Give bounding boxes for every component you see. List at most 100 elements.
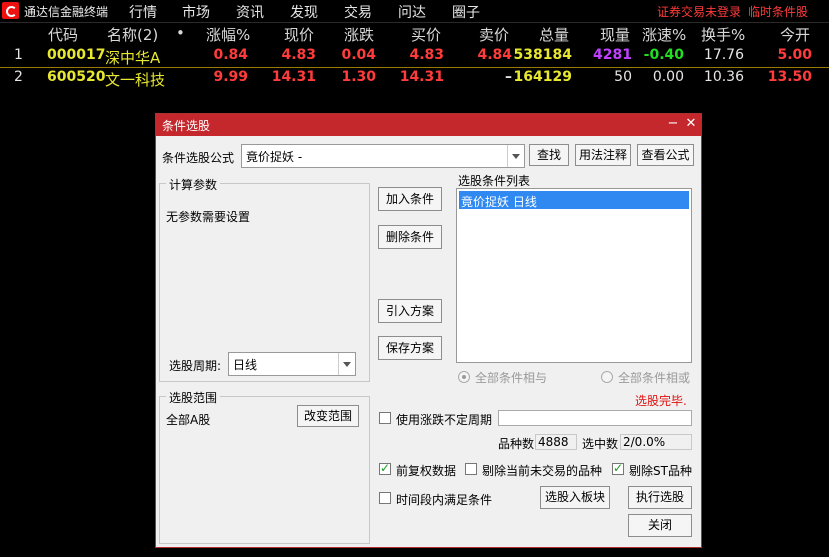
table-row[interactable]: 1 000017 深中华A 0.84 4.83 0.04 4.83 4.84 5… bbox=[0, 45, 829, 68]
row-name: 文一科技 bbox=[105, 71, 166, 89]
use-period-label: 使用涨跌不定周期 bbox=[396, 413, 493, 427]
row-code: 600520 bbox=[47, 69, 106, 85]
range-value: 全部A股 bbox=[166, 413, 211, 427]
use-period-checkbox[interactable] bbox=[379, 412, 391, 424]
col-change[interactable]: 涨跌 bbox=[344, 24, 374, 45]
find-button[interactable]: 查找 bbox=[529, 144, 569, 166]
row-index: 1 bbox=[14, 47, 23, 63]
app-title: 通达信金融终端 bbox=[24, 5, 109, 19]
calc-params-group: 计算参数 无参数需要设置 选股周期: 日线 bbox=[159, 176, 370, 382]
time-range-label: 时间段内满足条件 bbox=[396, 493, 493, 507]
radio-and-label: 全部条件相与 bbox=[475, 371, 548, 385]
radio-and[interactable] bbox=[458, 371, 470, 383]
row-price: 4.83 bbox=[281, 47, 316, 63]
condition-status[interactable]: 临时条件股 bbox=[748, 3, 808, 20]
row-price: 14.31 bbox=[271, 69, 316, 85]
menu-faxian[interactable]: 发现 bbox=[290, 2, 318, 22]
add-condition-button[interactable]: 加入条件 bbox=[378, 187, 442, 211]
no-params-text: 无参数需要设置 bbox=[166, 210, 251, 224]
add-to-block-button[interactable]: 选股入板块 bbox=[540, 486, 610, 509]
menu-wenda[interactable]: 问达 bbox=[398, 2, 426, 22]
exclude-untraded-checkbox[interactable] bbox=[465, 463, 477, 475]
col-volume[interactable]: 总量 bbox=[539, 24, 569, 45]
col-name[interactable]: 名称(2) bbox=[107, 24, 158, 45]
col-change-pct[interactable]: 涨幅% bbox=[206, 24, 250, 45]
quote-table-header: 代码 名称(2) • 涨幅% 现价 涨跌 买价 卖价 总量 现量 涨速% 换手%… bbox=[0, 23, 829, 45]
row-ask: – bbox=[505, 69, 512, 85]
row-change-pct: 9.99 bbox=[213, 69, 248, 85]
table-row[interactable]: 2 600520 文一科技 9.99 14.31 1.30 14.31 – 16… bbox=[0, 67, 829, 89]
formula-value: 竟价捉妖 - bbox=[246, 150, 303, 164]
period-input[interactable] bbox=[498, 410, 692, 426]
row-volume: 164129 bbox=[513, 69, 572, 85]
import-scheme-button[interactable]: 引入方案 bbox=[378, 299, 442, 323]
radio-or[interactable] bbox=[601, 371, 613, 383]
chevron-down-icon[interactable] bbox=[338, 353, 355, 375]
count-field: 4888 bbox=[535, 434, 577, 450]
row-ask: 4.84 bbox=[477, 47, 512, 63]
period-select[interactable]: 日线 bbox=[228, 352, 356, 376]
condition-list-label: 选股条件列表 bbox=[458, 174, 531, 188]
col-price[interactable]: 现价 bbox=[284, 24, 314, 45]
prefq-label: 前复权数据 bbox=[396, 464, 457, 478]
row-name: 深中华A bbox=[105, 49, 161, 67]
dialog-titlebar[interactable]: 条件选股 − ✕ bbox=[156, 114, 701, 136]
range-group: 选股范围 全部A股 改变范围 bbox=[159, 389, 370, 544]
condition-select-dialog: 条件选股 − ✕ 条件选股公式 竟价捉妖 - 查找 用法注释 查看公式 计算参数… bbox=[155, 113, 702, 548]
usage-note-button[interactable]: 用法注释 bbox=[575, 144, 631, 166]
close-icon[interactable]: ✕ bbox=[682, 115, 700, 133]
minimize-icon[interactable]: − bbox=[664, 115, 682, 133]
view-formula-button[interactable]: 查看公式 bbox=[637, 144, 694, 166]
menu-zixun[interactable]: 资讯 bbox=[236, 2, 264, 22]
formula-select[interactable]: 竟价捉妖 - bbox=[241, 144, 525, 168]
menu-jiaoyi[interactable]: 交易 bbox=[344, 2, 372, 22]
done-status: 选股完毕. bbox=[635, 394, 687, 408]
row-change: 1.30 bbox=[341, 69, 376, 85]
selected-label: 选中数 bbox=[582, 437, 619, 451]
col-speed[interactable]: 涨速% bbox=[642, 24, 686, 45]
radio-or-label: 全部条件相或 bbox=[618, 371, 691, 385]
row-bid: 14.31 bbox=[399, 69, 444, 85]
col-bid[interactable]: 买价 bbox=[411, 24, 441, 45]
row-speed: -0.40 bbox=[643, 47, 684, 63]
exclude-st-label: 剔除ST品种 bbox=[629, 464, 692, 478]
row-open: 5.00 bbox=[777, 47, 812, 63]
formula-label: 条件选股公式 bbox=[162, 151, 235, 165]
condition-list[interactable]: 竟价捉妖 日线 bbox=[456, 188, 692, 363]
login-status[interactable]: 证券交易未登录 bbox=[657, 3, 741, 20]
col-ask[interactable]: 卖价 bbox=[479, 24, 509, 45]
count-value: 4888 bbox=[538, 435, 569, 449]
row-turnover: 17.76 bbox=[703, 47, 744, 63]
period-value: 日线 bbox=[233, 358, 258, 372]
row-index: 2 bbox=[14, 69, 23, 85]
col-cur-vol[interactable]: 现量 bbox=[600, 24, 630, 45]
row-change: 0.04 bbox=[341, 47, 376, 63]
col-turnover[interactable]: 换手% bbox=[701, 24, 745, 45]
menu-quanzi[interactable]: 圈子 bbox=[452, 2, 480, 22]
row-bid: 4.83 bbox=[409, 47, 444, 63]
close-button[interactable]: 关闭 bbox=[628, 514, 692, 537]
col-open[interactable]: 今开 bbox=[780, 24, 810, 45]
row-code: 000017 bbox=[47, 47, 106, 63]
run-select-button[interactable]: 执行选股 bbox=[628, 486, 692, 509]
count-label: 品种数 bbox=[498, 437, 535, 451]
delete-condition-button[interactable]: 删除条件 bbox=[378, 225, 442, 249]
row-turnover: 10.36 bbox=[703, 69, 744, 85]
exclude-st-checkbox[interactable] bbox=[612, 461, 624, 475]
col-code[interactable]: 代码 bbox=[48, 24, 78, 45]
row-change-pct: 0.84 bbox=[213, 47, 248, 63]
dialog-title: 条件选股 bbox=[162, 119, 211, 133]
prefq-checkbox[interactable] bbox=[379, 461, 391, 475]
period-label: 选股周期: bbox=[169, 359, 222, 373]
row-open: 13.50 bbox=[767, 69, 812, 85]
list-item[interactable]: 竟价捉妖 日线 bbox=[459, 191, 689, 209]
change-range-button[interactable]: 改变范围 bbox=[297, 405, 359, 427]
menu-hangqing[interactable]: 行情 bbox=[129, 2, 157, 22]
save-scheme-button[interactable]: 保存方案 bbox=[378, 336, 442, 360]
menu-shichang[interactable]: 市场 bbox=[182, 2, 210, 22]
time-range-checkbox[interactable] bbox=[379, 492, 391, 504]
range-title: 选股范围 bbox=[166, 389, 221, 406]
menu-bar: 通达信金融终端 行情 市场 资讯 发现 交易 问达 圈子 证券交易未登录 临时条… bbox=[0, 0, 829, 23]
chevron-down-icon[interactable] bbox=[507, 145, 524, 167]
list-item-label: 竟价捉妖 日线 bbox=[461, 195, 537, 209]
